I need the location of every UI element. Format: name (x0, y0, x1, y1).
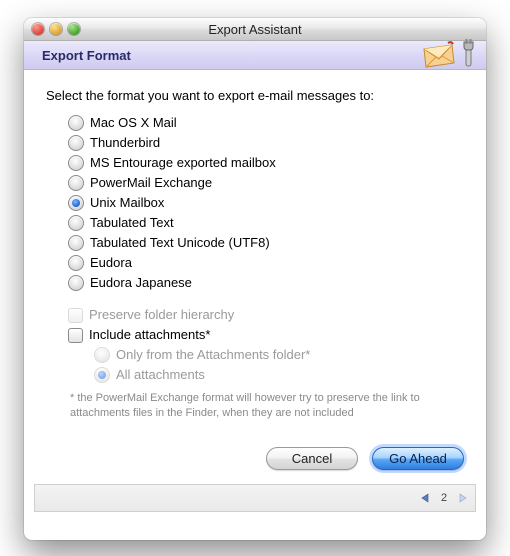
format-label: Tabulated Text (90, 213, 174, 233)
format-label: MS Entourage exported mailbox (90, 153, 276, 173)
section-title: Export Format (42, 48, 131, 63)
cancel-button[interactable]: Cancel (266, 447, 358, 470)
pager-panel: 2 (34, 484, 476, 512)
format-option[interactable]: PowerMail Exchange (68, 173, 464, 193)
footnote-text: * the PowerMail Exchange format will how… (70, 391, 464, 421)
checkbox-icon (68, 308, 83, 323)
button-row: Cancel Go Ahead (24, 431, 486, 478)
include-attachments-option[interactable]: Include attachments* (68, 325, 464, 345)
format-option[interactable]: MS Entourage exported mailbox (68, 153, 464, 173)
format-label: Tabulated Text Unicode (UTF8) (90, 233, 270, 253)
format-label: Mac OS X Mail (90, 113, 177, 133)
radio-icon (68, 115, 84, 131)
option-label: Preserve folder hierarchy (89, 305, 234, 325)
go-ahead-button[interactable]: Go Ahead (372, 447, 464, 470)
zoom-icon[interactable] (68, 23, 80, 35)
format-option[interactable]: Eudora Japanese (68, 273, 464, 293)
radio-icon (68, 235, 84, 251)
radio-icon (94, 367, 110, 383)
all-attachments-option: All attachments (94, 365, 464, 385)
radio-icon (68, 275, 84, 291)
export-assistant-window: Export Assistant Export Format (24, 18, 486, 540)
format-label: Thunderbird (90, 133, 160, 153)
radio-icon (68, 255, 84, 271)
preserve-hierarchy-option: Preserve folder hierarchy (68, 305, 464, 325)
prompt-text: Select the format you want to export e-m… (46, 88, 464, 103)
radio-icon (68, 155, 84, 171)
format-radio-group: Mac OS X Mail Thunderbird MS Entourage e… (68, 113, 464, 293)
radio-icon (68, 135, 84, 151)
option-label: All attachments (116, 365, 205, 385)
window-controls (24, 23, 80, 35)
titlebar: Export Assistant (24, 18, 486, 41)
radio-icon (68, 215, 84, 231)
content-area: Select the format you want to export e-m… (24, 70, 486, 431)
pager-page-display: 2 (435, 489, 453, 507)
window-title: Export Assistant (24, 22, 486, 37)
envelope-icon (422, 39, 456, 69)
format-option[interactable]: Tabulated Text (68, 213, 464, 233)
section-header: Export Format (24, 41, 486, 70)
radio-icon (68, 175, 84, 191)
button-label: Cancel (292, 451, 332, 466)
pager-prev-button[interactable] (417, 489, 435, 507)
option-label: Include attachments* (89, 325, 210, 345)
format-label: Eudora (90, 253, 132, 273)
only-from-folder-option: Only from the Attachments folder* (94, 345, 464, 365)
pager-next-button[interactable] (453, 489, 471, 507)
format-option[interactable]: Tabulated Text Unicode (UTF8) (68, 233, 464, 253)
format-option[interactable]: Eudora (68, 253, 464, 273)
checkbox-icon (68, 328, 83, 343)
radio-icon (68, 195, 84, 211)
radio-icon (94, 347, 110, 363)
button-label: Go Ahead (389, 451, 447, 466)
format-label: Unix Mailbox (90, 193, 164, 213)
minimize-icon[interactable] (50, 23, 62, 35)
format-option[interactable]: Unix Mailbox (68, 193, 464, 213)
format-label: PowerMail Exchange (90, 173, 212, 193)
tools-icon (458, 38, 480, 70)
format-option[interactable]: Mac OS X Mail (68, 113, 464, 133)
format-label: Eudora Japanese (90, 273, 192, 293)
option-label: Only from the Attachments folder* (116, 345, 310, 365)
close-icon[interactable] (32, 23, 44, 35)
format-option[interactable]: Thunderbird (68, 133, 464, 153)
